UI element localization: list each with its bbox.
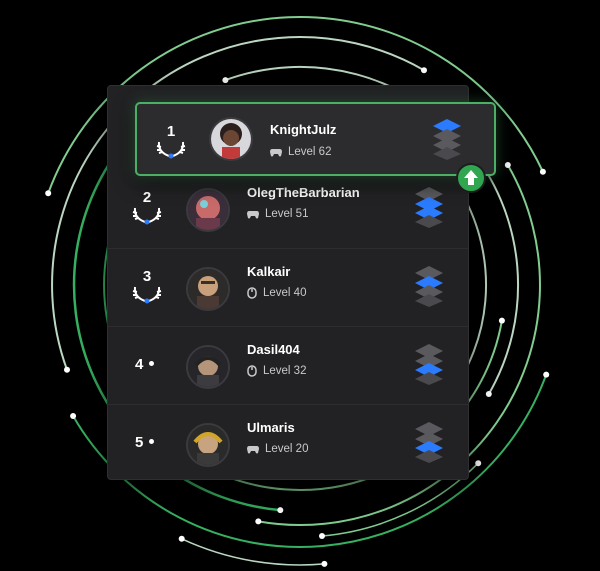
orbit-node bbox=[319, 533, 325, 539]
avatar bbox=[186, 345, 230, 389]
orbit-node bbox=[222, 77, 229, 84]
orbit-node bbox=[255, 518, 262, 525]
level-label: Level 20 bbox=[265, 443, 309, 455]
orbit-node bbox=[504, 162, 511, 168]
level-label: Level 32 bbox=[263, 365, 307, 377]
gamepad-icon bbox=[247, 446, 259, 454]
rank-badge-2: 2 bbox=[125, 190, 169, 230]
mouse-icon bbox=[247, 287, 257, 299]
orbit-node bbox=[421, 67, 427, 74]
player-name: KnightJulz bbox=[270, 122, 337, 137]
avatar bbox=[186, 423, 230, 467]
player-name: Ulmaris bbox=[247, 420, 295, 435]
orbit-node bbox=[475, 460, 482, 467]
avatar bbox=[186, 267, 230, 311]
player-level: Level 62 bbox=[270, 146, 331, 158]
player-level: Level 40 bbox=[247, 287, 306, 299]
gamepad-icon bbox=[270, 149, 282, 157]
tier-stack-icon bbox=[415, 344, 443, 385]
rank-up-badge bbox=[456, 163, 486, 193]
orbit-node bbox=[64, 366, 70, 373]
player-level: Level 51 bbox=[247, 208, 308, 220]
rank-dot bbox=[149, 438, 155, 444]
orbit-node bbox=[543, 371, 550, 378]
rank-badge-1: 1 bbox=[149, 124, 193, 164]
level-label: Level 40 bbox=[263, 287, 307, 299]
mouse-icon bbox=[247, 365, 257, 377]
tier-stack-icon bbox=[433, 119, 461, 160]
leaderboard-scene: 2 OlegTheBarbarian Level 51 3 Kalkair Le… bbox=[0, 0, 600, 571]
player-level: Level 32 bbox=[247, 365, 306, 377]
tier-stack-icon bbox=[415, 422, 443, 463]
rank-badge-3: 3 bbox=[125, 269, 169, 309]
orbit-node bbox=[539, 168, 546, 175]
leaderboard-row-2[interactable]: 2 OlegTheBarbarian Level 51 bbox=[108, 170, 468, 248]
laurel-icon bbox=[132, 286, 162, 304]
rank-dot bbox=[149, 360, 155, 366]
rank-label: 4 bbox=[135, 356, 144, 373]
tier-stack-icon bbox=[415, 187, 443, 228]
gamepad-icon bbox=[247, 211, 259, 219]
orbit-node bbox=[277, 507, 284, 514]
leaderboard-row-3[interactable]: 3 Kalkair Level 40 bbox=[108, 248, 468, 326]
leaderboard-row-5[interactable]: 5 Ulmaris Level 20 bbox=[108, 404, 468, 482]
orbit-node bbox=[178, 535, 185, 542]
avatar bbox=[186, 188, 230, 232]
player-level: Level 20 bbox=[247, 443, 308, 455]
rank-label: 5 bbox=[135, 434, 144, 451]
level-label: Level 62 bbox=[288, 146, 332, 158]
tier-stack-icon bbox=[415, 266, 443, 307]
orbit-node bbox=[498, 317, 505, 324]
avatar bbox=[209, 117, 253, 161]
laurel-icon bbox=[156, 141, 186, 159]
rank-number: 4 bbox=[135, 356, 155, 373]
laurel-icon bbox=[132, 207, 162, 225]
orbit-node bbox=[45, 190, 52, 197]
player-name: Dasil404 bbox=[247, 342, 300, 357]
arrow-up-icon bbox=[464, 170, 478, 185]
orbit-node bbox=[485, 391, 492, 397]
orbit-node bbox=[70, 413, 77, 419]
rank-number: 5 bbox=[135, 434, 155, 451]
level-label: Level 51 bbox=[265, 208, 309, 220]
leaderboard-row-1-highlighted[interactable]: 1 KnightJulz Level 62 bbox=[135, 102, 496, 176]
orbit-node bbox=[321, 560, 328, 567]
player-name: OlegTheBarbarian bbox=[247, 185, 360, 200]
leaderboard-row-4[interactable]: 4 Dasil404 Level 32 bbox=[108, 326, 468, 404]
player-name: Kalkair bbox=[247, 264, 291, 279]
